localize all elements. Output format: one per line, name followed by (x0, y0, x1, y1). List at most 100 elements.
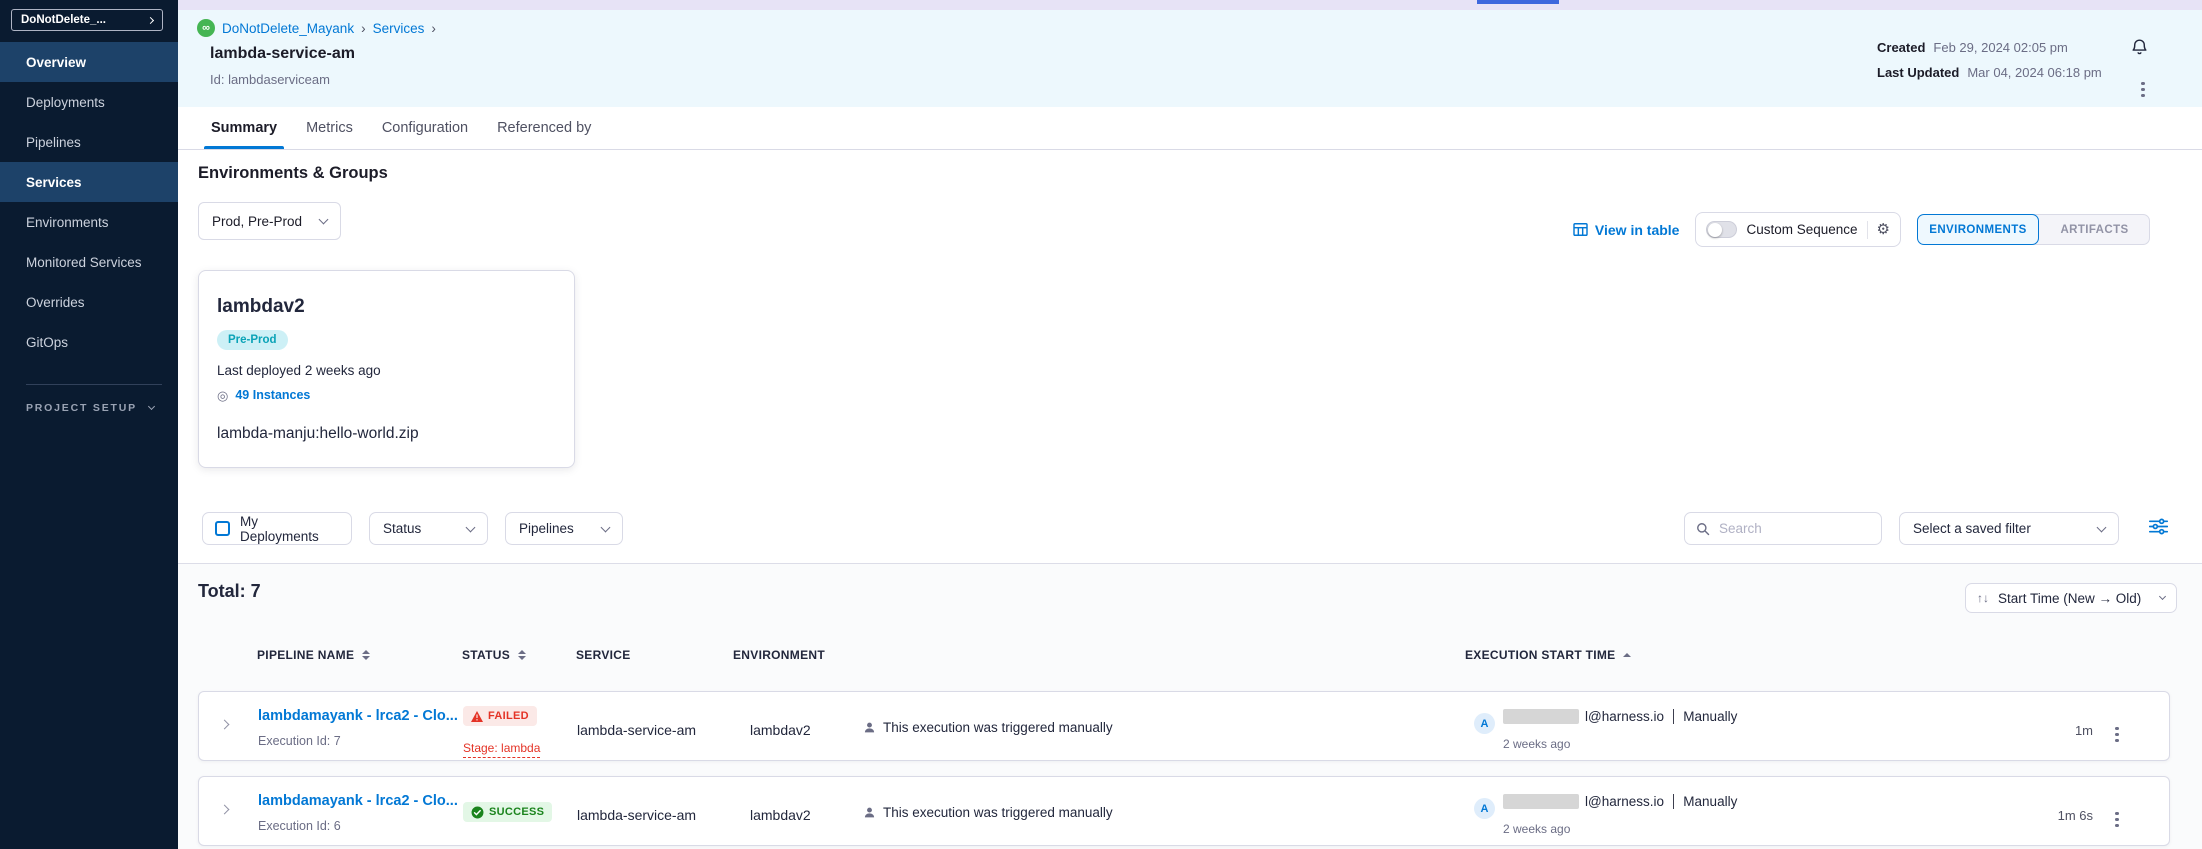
tab-metrics[interactable]: Metrics (306, 107, 353, 149)
project-selector[interactable]: DoNotDelete_... (11, 9, 163, 31)
tab-summary[interactable]: Summary (211, 107, 277, 149)
custom-sequence-label: Custom Sequence (1746, 222, 1857, 237)
breadcrumb-services-link[interactable]: Services (373, 21, 425, 36)
status-filter-dropdown[interactable]: Status (369, 512, 488, 545)
status-badge: SUCCESS (463, 802, 552, 822)
service-id: Id: lambdaserviceam (210, 72, 330, 87)
column-label: ENVIRONMENT (733, 648, 825, 662)
trigger-info: This execution was triggered manually (863, 805, 1113, 820)
tab-label: Summary (211, 120, 277, 136)
user-email: l@harness.io (1585, 794, 1664, 809)
sidebar-item-services[interactable]: Services (0, 162, 178, 202)
environments-section: Environments & Groups Prod, Pre-Prod Vie… (178, 150, 2202, 563)
sidebar-item-label: Overrides (26, 295, 85, 310)
custom-sequence-control: Custom Sequence ⚙ (1695, 212, 1901, 247)
row-more-options-icon[interactable] (2115, 802, 2119, 820)
time-ago: 2 weeks ago (1503, 822, 1570, 836)
divider (1673, 709, 1674, 724)
status-badge: FAILED (463, 706, 537, 726)
duration: 1m 6s (2041, 808, 2093, 823)
column-execution-start-time[interactable]: EXECUTION START TIME (1465, 648, 1631, 662)
sidebar-item-pipelines[interactable]: Pipelines (0, 122, 178, 162)
sidebar-item-gitops[interactable]: GitOps (0, 322, 178, 362)
user-icon (863, 806, 876, 819)
section-heading: Environments & Groups (198, 164, 388, 183)
pipeline-link[interactable]: lambdamayank - lrca2 - Clo... (258, 793, 458, 809)
column-status[interactable]: STATUS (462, 648, 526, 662)
sidebar-item-label: Deployments (26, 95, 105, 110)
breadcrumb-project-link[interactable]: DoNotDelete_Mayank (222, 21, 354, 36)
sidebar-item-overrides[interactable]: Overrides (0, 282, 178, 322)
expand-row-icon[interactable] (220, 720, 230, 730)
triggered-by: l@harness.ioManually (1503, 794, 1737, 809)
my-deployments-checkbox[interactable] (215, 521, 230, 536)
my-deployments-filter[interactable]: My Deployments (202, 512, 352, 545)
column-service: SERVICE (576, 648, 631, 662)
divider (1867, 221, 1868, 239)
avatar[interactable]: A (1474, 713, 1495, 734)
environments-artifacts-switch: ENVIRONMENTS ARTIFACTS (1917, 214, 2150, 245)
project-setup-toggle[interactable]: PROJECT SETUP (26, 402, 154, 414)
pipelines-filter-dropdown[interactable]: Pipelines (505, 512, 623, 545)
environment-type-dropdown[interactable]: Prod, Pre-Prod (198, 202, 341, 240)
breadcrumb-separator: › (431, 21, 436, 36)
service-name: lambda-service-am (577, 807, 696, 823)
environment-card[interactable]: lambdav2 Pre-Prod Last deployed 2 weeks … (198, 270, 575, 468)
execution-row[interactable]: lambdamayank - lrca2 - Clo... Execution … (198, 691, 2170, 761)
chevron-down-icon (466, 522, 476, 532)
sidebar-item-environments[interactable]: Environments (0, 202, 178, 242)
trigger-info: This execution was triggered manually (863, 720, 1113, 735)
column-label: PIPELINE NAME (257, 648, 354, 662)
tab-referenced-by[interactable]: Referenced by (497, 107, 591, 149)
saved-filter-label: Select a saved filter (1913, 521, 2031, 536)
sidebar-item-deployments[interactable]: Deployments (0, 82, 178, 122)
tab-label: Referenced by (497, 120, 591, 136)
filter-settings-icon[interactable] (2149, 518, 2168, 540)
created-label: Created (1877, 40, 1925, 55)
sort-icon (362, 650, 370, 660)
saved-filter-dropdown[interactable]: Select a saved filter (1899, 512, 2119, 545)
instances-link[interactable]: 49 Instances (235, 388, 310, 402)
execution-row[interactable]: lambdamayank - lrca2 - Clo... Execution … (198, 776, 2170, 846)
tab-configuration[interactable]: Configuration (382, 107, 468, 149)
sort-dropdown[interactable]: ↑↓ Start Time (New → Old) (1965, 583, 2177, 613)
user-icon (863, 721, 876, 734)
sidebar: DoNotDelete_... Overview Deployments Pip… (0, 0, 178, 849)
view-in-table-label: View in table (1595, 222, 1680, 238)
segment-artifacts[interactable]: ARTIFACTS (2032, 214, 2150, 245)
view-in-table-link[interactable]: View in table (1573, 222, 1680, 238)
header-more-options-icon[interactable] (2141, 72, 2145, 90)
expand-row-icon[interactable] (220, 805, 230, 815)
page-header: ∞ DoNotDelete_Mayank › Services › lambda… (178, 10, 2202, 107)
sidebar-item-overview[interactable]: Overview (0, 42, 178, 82)
instances-icon: ◎ (217, 389, 228, 402)
search-input[interactable] (1719, 521, 1869, 536)
notification-bell-icon[interactable] (2130, 37, 2149, 61)
triggered-by: l@harness.ioManually (1503, 709, 1737, 724)
execution-id: Execution Id: 6 (258, 819, 341, 833)
failed-stage-link[interactable]: Stage: lambda (463, 741, 540, 758)
column-label: SERVICE (576, 648, 631, 662)
sidebar-item-monitored-services[interactable]: Monitored Services (0, 242, 178, 282)
chevron-right-icon (147, 16, 154, 23)
pipelines-filter-label: Pipelines (519, 521, 574, 536)
table-icon (1573, 223, 1588, 236)
toggle-knob (1708, 223, 1722, 237)
column-pipeline-name[interactable]: PIPELINE NAME (257, 648, 370, 662)
gear-icon[interactable]: ⚙ (1877, 222, 1890, 237)
sort-label: Start Time (New → Old) (1998, 591, 2141, 606)
sidebar-nav: Overview Deployments Pipelines Services … (0, 42, 178, 362)
breadcrumb-separator: › (361, 21, 366, 36)
chevron-down-icon (601, 522, 611, 532)
segment-environments[interactable]: ENVIRONMENTS (1917, 214, 2039, 245)
row-more-options-icon[interactable] (2115, 717, 2119, 735)
service-name: lambda-service-am (577, 722, 696, 738)
avatar[interactable]: A (1474, 798, 1495, 819)
executions-list-section: Total: 7 ↑↓ Start Time (New → Old) PIPEL… (178, 563, 2202, 849)
pipeline-link[interactable]: lambdamayank - lrca2 - Clo... (258, 708, 458, 724)
tab-label: Configuration (382, 120, 468, 136)
last-deployed-text: Last deployed 2 weeks ago (217, 363, 556, 378)
column-environment: ENVIRONMENT (733, 648, 825, 662)
custom-sequence-toggle[interactable] (1706, 221, 1737, 238)
status-filter-label: Status (383, 521, 421, 536)
